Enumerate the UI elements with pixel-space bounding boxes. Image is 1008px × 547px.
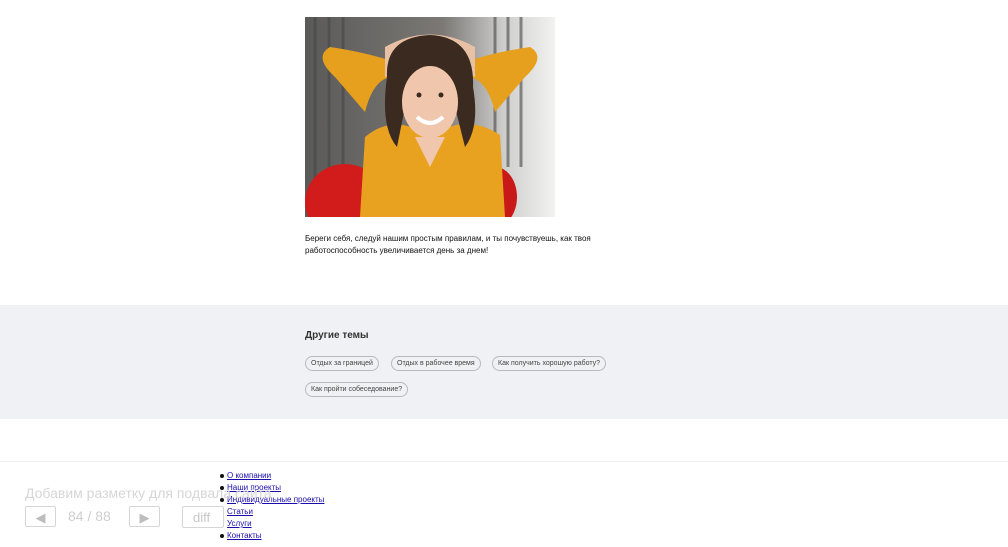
footer-link-contacts[interactable]: Контакты bbox=[227, 531, 262, 540]
woman-photo-illustration bbox=[305, 17, 555, 217]
footer-link-item: Услуги bbox=[219, 518, 324, 530]
footer-link-services[interactable]: Услуги bbox=[227, 519, 252, 528]
topic-chip[interactable]: Отдых за границей bbox=[305, 356, 379, 371]
footer-link-item: О компании bbox=[219, 470, 324, 482]
footer-link-item: Статьи bbox=[219, 506, 324, 518]
footer-link-articles[interactable]: Статьи bbox=[227, 507, 253, 516]
topic-chip[interactable]: Отдых в рабочее время bbox=[391, 356, 481, 371]
footer-link-item: Контакты bbox=[219, 530, 324, 542]
prev-step-button[interactable]: ◀ bbox=[25, 506, 56, 527]
footer-link-about[interactable]: О компании bbox=[227, 471, 271, 480]
footer-divider bbox=[0, 461, 1008, 462]
arrow-right-icon: ▶ bbox=[139, 510, 150, 525]
arrow-left-icon: ◀ bbox=[35, 510, 46, 525]
bullet-icon bbox=[220, 474, 224, 478]
other-topics-title: Другие темы bbox=[305, 330, 369, 341]
next-step-button[interactable]: ▶ bbox=[129, 506, 160, 527]
topic-chip[interactable]: Как пройти собеседование? bbox=[305, 382, 409, 397]
step-counter: 84 / 88 bbox=[68, 508, 111, 524]
topic-chip[interactable]: Как получить хорошую работу? bbox=[492, 356, 607, 371]
article-caption: Береги себя, следуй нашим простым правил… bbox=[305, 234, 591, 255]
bullet-icon bbox=[220, 534, 224, 538]
article-photo bbox=[305, 17, 555, 217]
step-title: Добавим разметку для подвала сайта bbox=[25, 485, 272, 501]
diff-button[interactable]: diff bbox=[182, 506, 224, 528]
other-topics-section: Другие темы Отдых за границей Отдых в ра… bbox=[0, 305, 1008, 419]
footer-nav: О компании Наши проекты Индивидуальные п… bbox=[219, 470, 324, 542]
